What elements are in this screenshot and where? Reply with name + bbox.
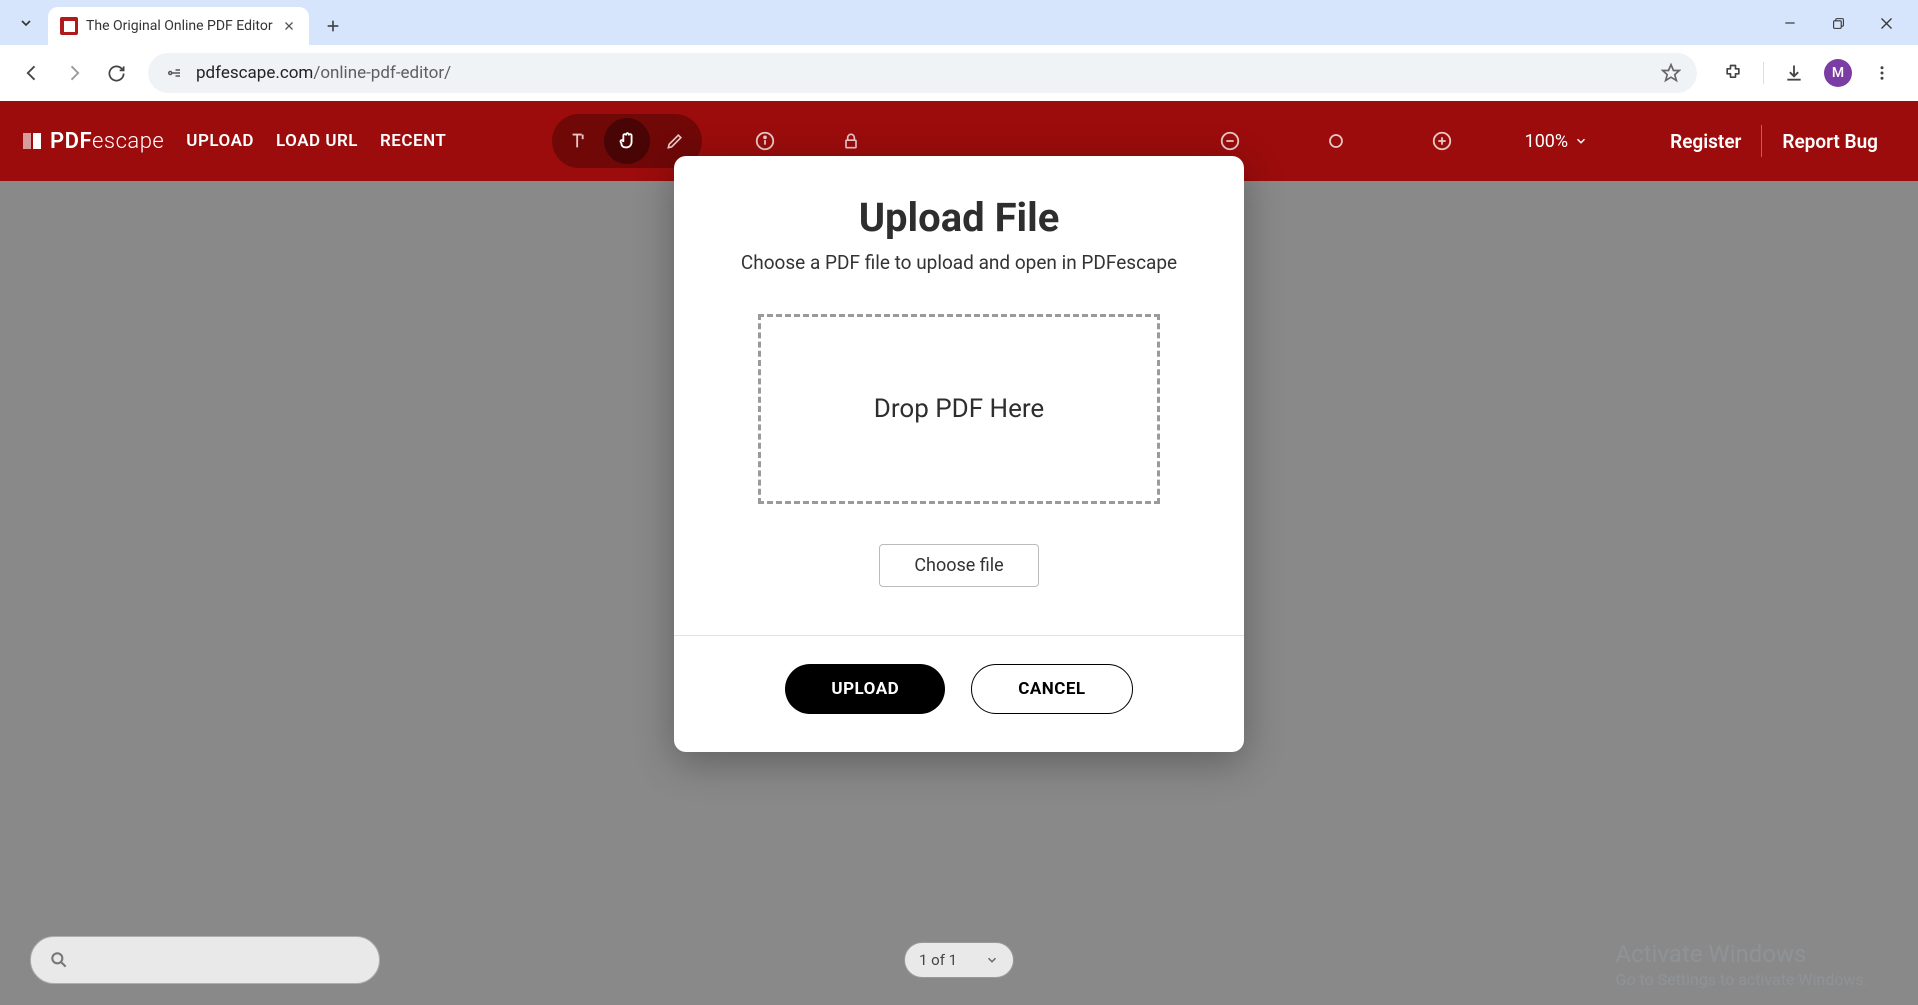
pan-tool-button[interactable] [604, 118, 650, 164]
profile-button[interactable]: M [1824, 59, 1852, 87]
modal-subtitle: Choose a PDF file to upload and open in … [718, 251, 1200, 274]
window-maximize-button[interactable] [1826, 11, 1850, 35]
watermark-sub: Go to Settings to activate Windows. [1615, 970, 1868, 989]
zoom-in-button[interactable] [1419, 118, 1465, 164]
cancel-button-label: CANCEL [1018, 679, 1085, 699]
downloads-icon[interactable] [1782, 61, 1806, 85]
nav-load-url[interactable]: LOAD URL [276, 131, 358, 151]
zoom-controls: 100% [1207, 118, 1589, 164]
text-tool-button[interactable] [556, 118, 602, 164]
nav-recent[interactable]: RECENT [380, 131, 446, 151]
search-icon [49, 950, 69, 970]
browser-chrome: The Original Online PDF Editor pdfescape… [0, 0, 1918, 101]
nav-upload[interactable]: UPLOAD [186, 131, 254, 151]
register-link[interactable]: Register [1650, 130, 1761, 153]
dropzone[interactable]: Drop PDF Here [758, 314, 1160, 504]
watermark-title: Activate Windows [1615, 940, 1868, 968]
tab-title: The Original Online PDF Editor [86, 18, 273, 34]
zoom-level-select[interactable]: 100% [1525, 131, 1589, 152]
url-bar[interactable]: pdfescape.com/online-pdf-editor/ [148, 53, 1697, 93]
zoom-fit-button[interactable] [1313, 118, 1359, 164]
extensions-icon[interactable] [1721, 61, 1745, 85]
modal-body: Upload File Choose a PDF file to upload … [674, 156, 1244, 635]
app-logo-text: PDFescape [50, 129, 164, 154]
cancel-button[interactable]: CANCEL [971, 664, 1132, 714]
browser-menu-icon[interactable] [1870, 61, 1894, 85]
page-select[interactable]: 1 of 1 [904, 942, 1014, 978]
tab-favicon-icon [60, 17, 78, 35]
dropzone-label: Drop PDF Here [874, 394, 1044, 424]
windows-watermark: Activate Windows Go to Settings to activ… [1615, 940, 1868, 989]
chevron-down-icon [985, 953, 999, 967]
header-right-links: Register Report Bug [1650, 125, 1898, 157]
tab-bar: The Original Online PDF Editor [0, 0, 1918, 45]
window-minimize-button[interactable] [1778, 11, 1802, 35]
search-input[interactable] [30, 936, 380, 984]
modal-title: Upload File [718, 194, 1200, 241]
zoom-level-text: 100% [1525, 131, 1569, 152]
window-controls [1778, 11, 1918, 35]
modal-footer: UPLOAD CANCEL [674, 635, 1244, 752]
choose-file-button[interactable]: Choose file [879, 544, 1038, 587]
bookmark-star-icon[interactable] [1661, 63, 1681, 83]
report-bug-link[interactable]: Report Bug [1762, 130, 1898, 153]
browser-tab[interactable]: The Original Online PDF Editor [48, 7, 309, 45]
tab-search-button[interactable] [10, 7, 42, 39]
nav-back-button[interactable] [14, 55, 50, 91]
app-viewport: PDFescape UPLOAD LOAD URL RECENT 100% Re… [0, 101, 1918, 1005]
profile-letter: M [1832, 65, 1844, 81]
address-bar: pdfescape.com/online-pdf-editor/ M [0, 45, 1918, 101]
tab-close-button[interactable] [281, 18, 297, 34]
upload-modal: Upload File Choose a PDF file to upload … [674, 156, 1244, 752]
app-logo[interactable]: PDFescape [20, 129, 164, 154]
page-select-label: 1 of 1 [919, 951, 957, 969]
upload-button-label: UPLOAD [831, 679, 899, 699]
nav-reload-button[interactable] [98, 55, 134, 91]
address-right-controls: M [1711, 59, 1904, 87]
separator [1763, 62, 1764, 84]
upload-button[interactable]: UPLOAD [785, 664, 945, 714]
site-info-icon[interactable] [164, 63, 184, 83]
nav-forward-button[interactable] [56, 55, 92, 91]
app-logo-icon [20, 129, 44, 153]
url-text: pdfescape.com/online-pdf-editor/ [196, 63, 1649, 83]
choose-file-label: Choose file [914, 555, 1003, 576]
window-close-button[interactable] [1874, 11, 1898, 35]
new-tab-button[interactable] [317, 10, 349, 42]
chevron-down-icon [1574, 134, 1588, 148]
